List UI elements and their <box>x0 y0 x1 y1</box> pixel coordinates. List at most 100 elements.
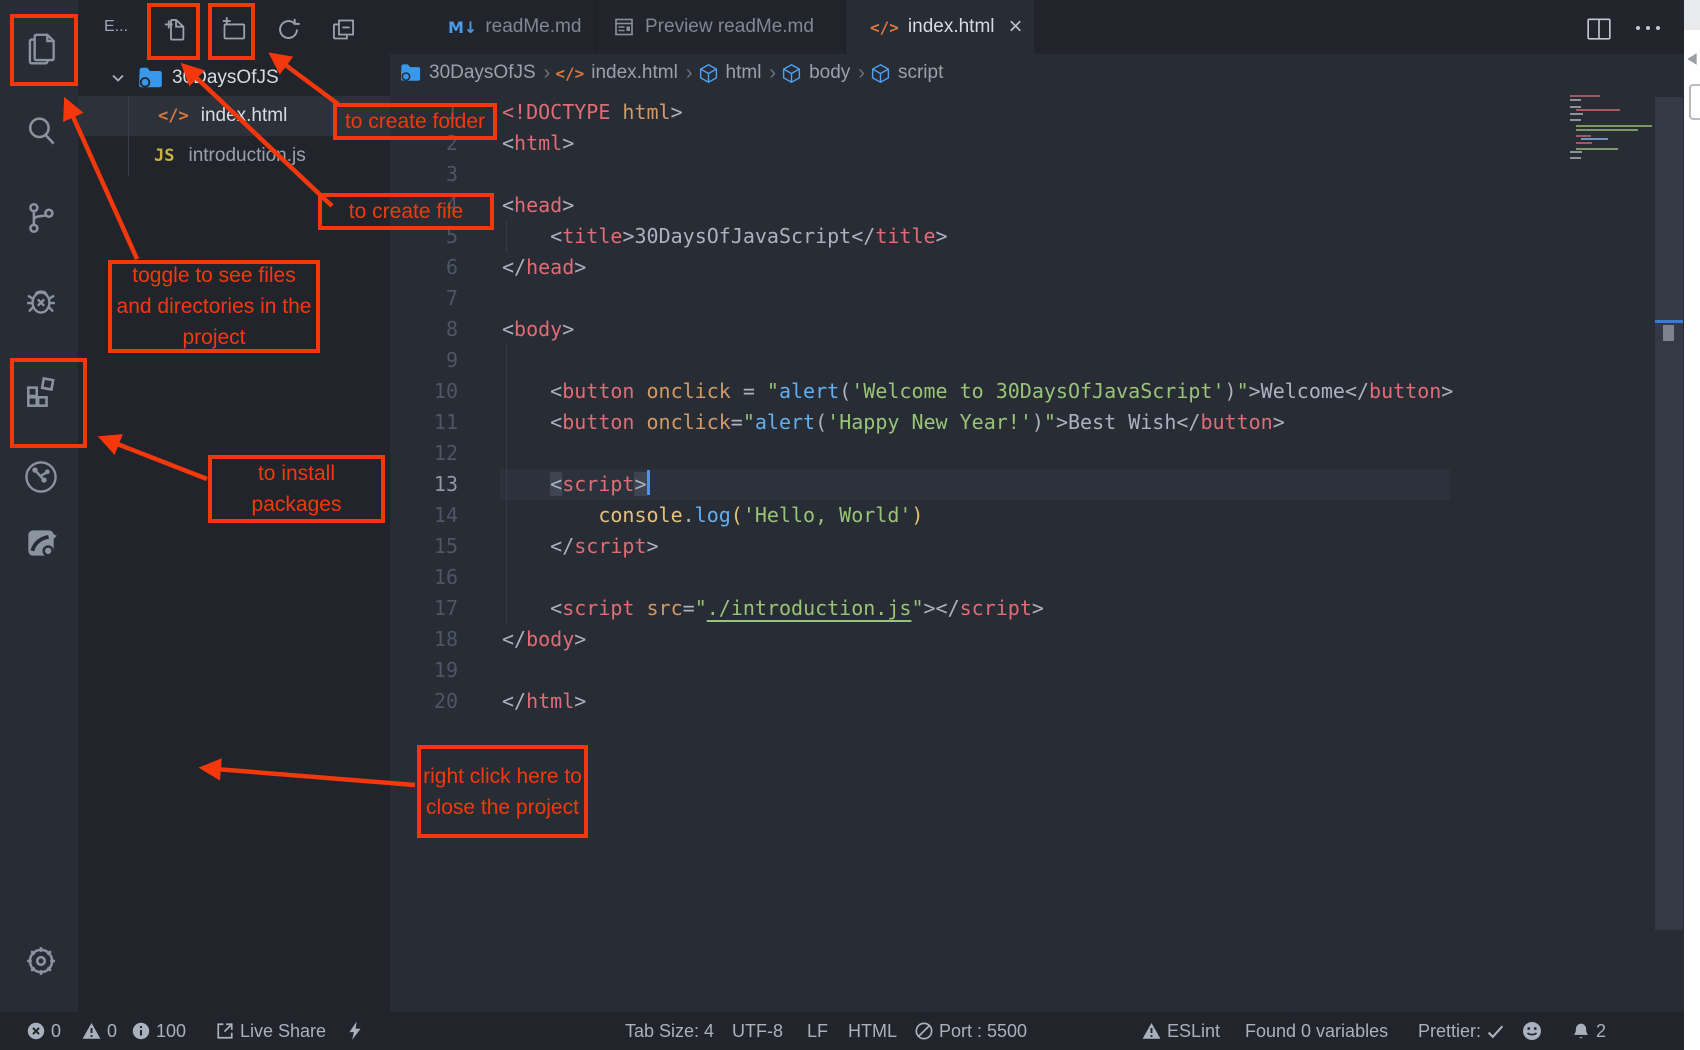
minimap-line <box>1570 113 1583 115</box>
code-token: ( <box>839 379 851 403</box>
code-token: ) <box>1032 410 1044 434</box>
notifications-bell[interactable]: 2 <box>1572 1012 1606 1050</box>
code-editor[interactable]: 1<!DOCTYPE html>2<html>34<head>5 <title>… <box>390 97 1684 717</box>
problems-errors[interactable]: 0 <box>27 1012 61 1050</box>
code-line-12[interactable]: 12 <box>390 438 1684 469</box>
tab-label: index.html <box>908 16 995 38</box>
port-indicator[interactable]: Port : 5500 <box>915 1012 1027 1050</box>
more-actions-icon[interactable] <box>1634 23 1664 33</box>
share-icon <box>216 1022 234 1040</box>
code-line-2[interactable]: 2<html> <box>390 128 1684 159</box>
feedback-smiley[interactable] <box>1522 1012 1542 1050</box>
code-token: log <box>695 503 731 527</box>
live-share-activity-icon[interactable] <box>22 524 60 562</box>
code-token: </ <box>851 224 875 248</box>
code-token: alert <box>779 379 839 403</box>
problems-warnings[interactable]: 0 <box>82 1012 117 1050</box>
code-token: button <box>1369 379 1441 403</box>
settings-gear-icon[interactable] <box>22 942 60 980</box>
variables-indicator[interactable]: Found 0 variables <box>1245 1012 1388 1050</box>
collapse-all-icon[interactable] <box>330 16 357 43</box>
breadcrumb-item[interactable]: html <box>726 62 762 84</box>
tab-label: readMe.md <box>485 16 581 38</box>
code-line-11[interactable]: 11 <button onclick="alert('Happy New Yea… <box>390 407 1684 438</box>
code-line-19[interactable]: 19 <box>390 655 1684 686</box>
eslint-indicator[interactable]: ESLint <box>1142 1012 1220 1050</box>
code-token: = <box>731 379 767 403</box>
tree-root-label: 30DaysOfJS <box>172 67 279 89</box>
tab-index-html-active[interactable]: </> index.html × <box>846 0 1034 54</box>
annotation-label-create-file: to create file <box>318 193 494 230</box>
code-line-9[interactable]: 9 <box>390 345 1684 376</box>
code-line-8[interactable]: 8<body> <box>390 314 1684 345</box>
breadcrumb-item[interactable]: script <box>898 62 943 84</box>
code-line-20[interactable]: 20</html> <box>390 686 1684 717</box>
code-line-13[interactable]: 13 <script> <box>390 469 1684 500</box>
close-icon[interactable]: × <box>1009 15 1023 39</box>
slash-circle-icon <box>915 1022 933 1040</box>
annotation-frame-explorer <box>10 14 78 86</box>
breadcrumb-item[interactable]: body <box>809 62 850 84</box>
code-line-6[interactable]: 6</head> <box>390 252 1684 283</box>
code-line-5[interactable]: 5 <title>30DaysOfJavaScript</title> <box>390 221 1684 252</box>
code-token: > <box>562 131 574 155</box>
folder-icon <box>138 66 164 90</box>
language-indicator[interactable]: HTML <box>848 1012 897 1050</box>
code-token: > <box>647 534 659 558</box>
debug-icon[interactable] <box>22 282 60 320</box>
code-line-17[interactable]: 17 <script src="./introduction.js"></scr… <box>390 593 1684 624</box>
code-token: alert <box>755 410 815 434</box>
code-line-18[interactable]: 18</body> <box>390 624 1684 655</box>
code-token: head <box>526 255 574 279</box>
code-line-7[interactable]: 7 <box>390 283 1684 314</box>
commit-graph-icon[interactable] <box>22 458 60 496</box>
line-number: 3 <box>390 159 458 190</box>
annotation-label-close-project: right click here to close the project <box>417 745 588 838</box>
code-line-3[interactable]: 3 <box>390 159 1684 190</box>
code-token: script <box>562 472 634 496</box>
annotation-frame-extensions <box>10 358 87 448</box>
code-line-14[interactable]: 14 console.log('Hello, World') <box>390 500 1684 531</box>
tab-size-indicator[interactable]: Tab Size: 4 <box>625 1012 714 1050</box>
line-number: 7 <box>390 283 458 314</box>
encoding-indicator[interactable]: UTF-8 <box>732 1012 783 1050</box>
scrollbar-thumb[interactable] <box>1663 325 1674 341</box>
symbol-cube-icon <box>781 63 802 84</box>
split-editor-icon[interactable] <box>1586 17 1612 41</box>
search-icon[interactable] <box>22 112 60 150</box>
code-token: < <box>502 193 514 217</box>
breadcrumb-separator: › <box>858 62 865 85</box>
code-line-10[interactable]: 10 <button onclick = "alert('Welcome to … <box>390 376 1684 407</box>
problems-info[interactable]: 100 <box>132 1012 186 1050</box>
prettier-indicator[interactable]: Prettier: <box>1418 1012 1504 1050</box>
tree-root-folder[interactable]: 30DaysOfJS <box>78 58 390 98</box>
code-token: console <box>598 503 682 527</box>
status-bar: 0 0 100 Live Share Tab Size: 4 UTF-8 LF … <box>0 1012 1700 1050</box>
lightning-button[interactable] <box>348 1012 362 1050</box>
source-control-icon[interactable] <box>22 199 60 237</box>
code-token: button <box>562 379 634 403</box>
error-icon <box>27 1022 45 1040</box>
code-token: </ <box>502 627 526 651</box>
eol-indicator[interactable]: LF <box>807 1012 828 1050</box>
breadcrumb-separator: › <box>769 62 776 85</box>
tree-item-introduction-js[interactable]: JS introduction.js <box>78 136 390 176</box>
tab-preview-readme[interactable]: Preview readMe.md <box>596 0 846 54</box>
breadcrumb-separator: › <box>544 62 551 85</box>
code-line-15[interactable]: 15 </script> <box>390 531 1684 562</box>
markdown-icon: M↓ <box>448 18 477 37</box>
line-number: 17 <box>390 593 458 624</box>
refresh-icon[interactable] <box>275 16 302 43</box>
code-line-16[interactable]: 16 <box>390 562 1684 593</box>
scrollbar-track[interactable] <box>1655 97 1683 930</box>
tab-readme-md[interactable]: M↓ readMe.md <box>390 0 596 54</box>
html-icon: </> <box>870 18 899 37</box>
code-line-1[interactable]: 1<!DOCTYPE html> <box>390 97 1684 128</box>
code-line-4[interactable]: 4<head> <box>390 190 1684 221</box>
live-share-button[interactable]: Live Share <box>216 1012 326 1050</box>
breadcrumb-item[interactable]: 30DaysOfJS <box>429 62 536 84</box>
breadcrumb-item[interactable]: index.html <box>591 62 678 84</box>
code-token: . <box>683 503 695 527</box>
code-token: > <box>574 689 586 713</box>
code-icon: </> <box>555 64 584 83</box>
